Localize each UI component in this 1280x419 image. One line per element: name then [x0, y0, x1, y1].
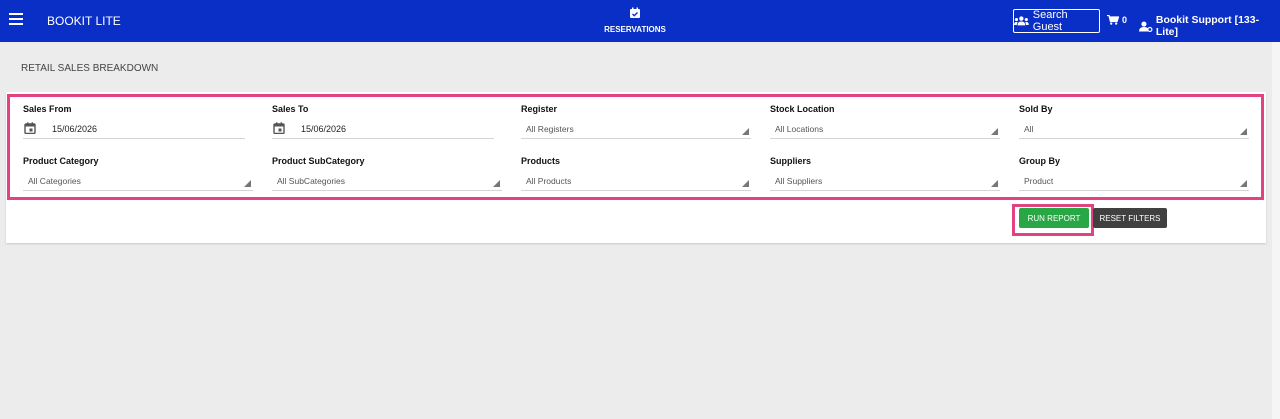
sold-by-value: All	[1024, 124, 1034, 134]
calendar-icon[interactable]	[24, 122, 36, 134]
stock-location-select[interactable]: All Locations	[770, 119, 1000, 139]
sales-from-input[interactable]: 15/06/2026	[23, 119, 245, 139]
calendar-check-icon[interactable]	[629, 7, 641, 19]
reset-filters-button[interactable]: RESET FILTERS	[1093, 208, 1167, 228]
products-value: All Products	[526, 176, 572, 186]
suppliers-select[interactable]: All Suppliers	[770, 171, 1000, 191]
suppliers-value: All Suppliers	[775, 176, 823, 186]
product-subcategory-label: Product SubCategory	[272, 156, 365, 166]
dropdown-caret-icon	[991, 128, 998, 135]
user-cog-icon	[1139, 20, 1153, 32]
scrollbar-track[interactable]	[1272, 42, 1280, 419]
dropdown-caret-icon	[493, 180, 500, 187]
sales-from-value: 15/06/2026	[52, 124, 98, 134]
run-report-button[interactable]: RUN REPORT	[1019, 208, 1089, 228]
search-guest-button[interactable]: Search Guest	[1013, 9, 1100, 33]
product-category-label: Product Category	[23, 156, 99, 166]
dropdown-caret-icon	[1240, 128, 1247, 135]
products-label: Products	[521, 156, 561, 166]
filters-card: Sales From 15/06/2026 Sales To 15/06/202…	[6, 92, 1266, 243]
group-by-value: Product	[1024, 176, 1054, 186]
cart-button[interactable]: 0	[1107, 15, 1127, 25]
users-icon	[1014, 16, 1029, 26]
app-title: BOOKIT LITE	[47, 14, 121, 28]
user-menu[interactable]: Bookit Support [133-Lite]	[1139, 14, 1280, 38]
sold-by-label: Sold By	[1019, 104, 1053, 114]
product-category-value: All Categories	[28, 176, 81, 186]
sold-by-select[interactable]: All	[1019, 119, 1249, 139]
suppliers-label: Suppliers	[770, 156, 812, 166]
products-select[interactable]: All Products	[521, 171, 751, 191]
register-select[interactable]: All Registers	[521, 119, 751, 139]
register-label: Register	[521, 104, 558, 114]
dropdown-caret-icon	[991, 180, 998, 187]
search-guest-label: Search Guest	[1032, 9, 1068, 33]
group-by-label: Group By	[1019, 156, 1061, 166]
product-subcategory-value: All SubCategories	[277, 176, 346, 186]
stock-location-value: All Locations	[775, 124, 824, 134]
user-label: Bookit Support [133-Lite]	[1155, 14, 1260, 38]
cart-count: 0	[1122, 15, 1128, 25]
reservations-nav-label[interactable]: RESERVATIONS	[560, 25, 710, 34]
group-by-select[interactable]: Product	[1019, 171, 1249, 191]
register-value: All Registers	[526, 124, 574, 134]
dropdown-caret-icon	[244, 180, 251, 187]
sales-to-label: Sales To	[272, 104, 309, 114]
dropdown-caret-icon	[1240, 180, 1247, 187]
menu-icon[interactable]	[9, 13, 23, 25]
calendar-icon[interactable]	[273, 122, 285, 134]
page-title: RETAIL SALES BREAKDOWN	[21, 63, 159, 74]
cart-icon	[1107, 15, 1119, 25]
product-category-select[interactable]: All Categories	[23, 171, 253, 191]
sales-to-value: 15/06/2026	[301, 124, 347, 134]
top-bar: BOOKIT LITE RESERVATIONS Search Guest 0	[0, 0, 1280, 42]
sales-from-label: Sales From	[23, 104, 72, 114]
product-subcategory-select[interactable]: All SubCategories	[272, 171, 502, 191]
dropdown-caret-icon	[742, 180, 749, 187]
sales-to-input[interactable]: 15/06/2026	[272, 119, 494, 139]
dropdown-caret-icon	[742, 128, 749, 135]
stock-location-label: Stock Location	[770, 104, 835, 114]
